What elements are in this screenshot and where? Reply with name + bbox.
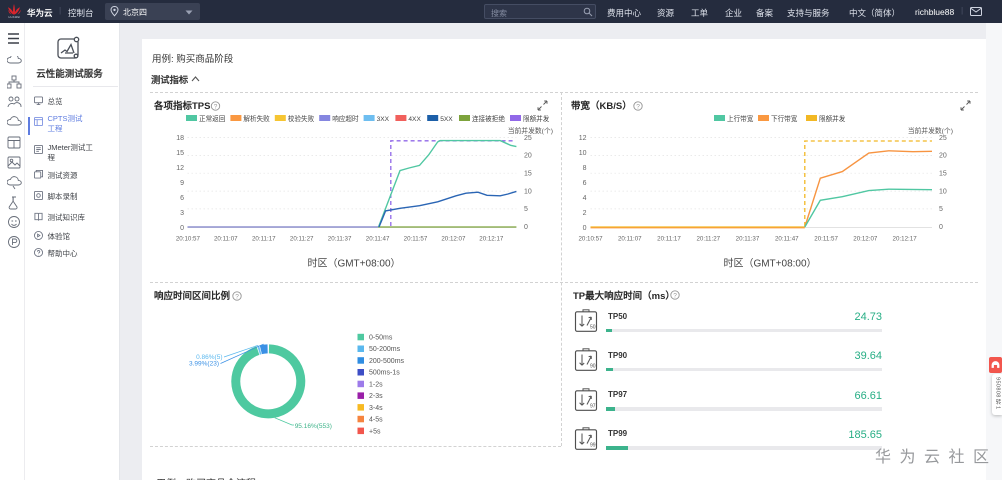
svg-text:9: 9	[180, 180, 184, 187]
svg-text:20:10:57: 20:10:57	[176, 236, 201, 243]
svg-text:当前并发数(个): 当前并发数(个)	[908, 126, 953, 135]
svg-text:0: 0	[180, 225, 184, 232]
svg-text:限额并发: 限额并发	[819, 114, 846, 123]
svg-text:8: 8	[583, 165, 587, 172]
svg-text:响应时间区间比例: 响应时间区间比例	[154, 290, 230, 302]
svg-text:20:12:17: 20:12:17	[479, 236, 504, 243]
svg-text:20:11:17: 20:11:17	[252, 236, 276, 243]
svg-text:时区（GMT+08:00）: 时区（GMT+08:00）	[307, 258, 400, 270]
svg-text:3XX: 3XX	[377, 116, 390, 123]
svg-text:15: 15	[524, 171, 532, 178]
svg-text:50-200ms: 50-200ms	[369, 346, 401, 353]
svg-text:HUAWEI: HUAWEI	[8, 15, 20, 19]
svg-text:4: 4	[583, 195, 587, 202]
svg-text:3: 3	[180, 210, 184, 217]
svg-text:带宽（KB/S）: 带宽（KB/S）	[571, 100, 632, 112]
svg-text:0: 0	[583, 225, 587, 232]
svg-text:99: 99	[590, 442, 596, 448]
svg-text:0: 0	[524, 224, 528, 231]
svg-text:20:11:27: 20:11:27	[696, 236, 720, 243]
svg-text:3.99%(23): 3.99%(23)	[189, 361, 219, 368]
svg-text:6: 6	[180, 195, 184, 202]
svg-text:时区（GMT+08:00）: 时区（GMT+08:00）	[723, 258, 816, 270]
svg-text:20:12:07: 20:12:07	[441, 236, 466, 243]
svg-text:10: 10	[939, 188, 947, 195]
svg-text:20:11:37: 20:11:37	[328, 236, 352, 243]
svg-text:20:11:37: 20:11:37	[736, 236, 760, 243]
svg-text:0: 0	[939, 224, 943, 231]
svg-text:20:11:57: 20:11:57	[404, 236, 428, 243]
svg-text:25: 25	[524, 135, 532, 142]
svg-text:1-2s: 1-2s	[369, 381, 383, 388]
svg-text:校验失败: 校验失败	[288, 114, 315, 123]
svg-text:下行带宽: 下行带宽	[771, 114, 798, 123]
svg-text:?: ?	[636, 103, 640, 110]
svg-text:20:12:17: 20:12:17	[893, 236, 918, 243]
svg-text:20:11:57: 20:11:57	[814, 236, 838, 243]
svg-text:20:12:07: 20:12:07	[853, 236, 878, 243]
svg-text:20:11:07: 20:11:07	[618, 236, 642, 243]
svg-text:5: 5	[524, 206, 528, 213]
svg-text:0-50ms: 0-50ms	[369, 335, 393, 342]
svg-text:?: ?	[235, 293, 239, 300]
svg-text:95.16%(553): 95.16%(553)	[295, 423, 332, 430]
svg-text:10: 10	[579, 150, 587, 157]
svg-text:连接被拒绝: 连接被拒绝	[472, 114, 505, 123]
svg-text:20:11:27: 20:11:27	[290, 236, 314, 243]
svg-text:上行带宽: 上行带宽	[727, 114, 754, 123]
svg-text:+5s: +5s	[369, 428, 381, 435]
svg-text:50: 50	[590, 325, 596, 331]
svg-text:4-5s: 4-5s	[369, 417, 383, 424]
svg-text:97: 97	[590, 403, 596, 409]
svg-text:20:11:07: 20:11:07	[214, 236, 238, 243]
svg-text:200-500ms: 200-500ms	[369, 358, 405, 365]
svg-text:20:10:57: 20:10:57	[578, 236, 603, 243]
svg-text:12: 12	[579, 135, 587, 142]
svg-text:解析失败: 解析失败	[243, 114, 270, 123]
svg-text:限额并发: 限额并发	[523, 114, 550, 123]
svg-text:15: 15	[939, 171, 947, 178]
svg-text:20:11:47: 20:11:47	[775, 236, 799, 243]
svg-text:6: 6	[583, 180, 587, 187]
svg-text:20: 20	[524, 153, 532, 160]
svg-text:20:11:17: 20:11:17	[657, 236, 681, 243]
svg-text:5XX: 5XX	[440, 116, 453, 123]
svg-text:2: 2	[583, 210, 587, 217]
svg-text:2-3s: 2-3s	[369, 393, 383, 400]
svg-text:4XX: 4XX	[408, 116, 421, 123]
svg-text:18: 18	[176, 135, 184, 142]
svg-text:正常返回: 正常返回	[199, 114, 226, 123]
svg-text:15: 15	[176, 150, 184, 157]
svg-text:5: 5	[939, 206, 943, 213]
svg-text:?: ?	[214, 103, 218, 110]
svg-text:500ms-1s: 500ms-1s	[369, 370, 400, 377]
svg-text:10: 10	[524, 188, 532, 195]
svg-text:当前并发数(个): 当前并发数(个)	[508, 126, 553, 135]
svg-text:各项指标TPS: 各项指标TPS	[153, 100, 210, 112]
svg-text:?: ?	[673, 292, 677, 299]
svg-text:20:11:47: 20:11:47	[366, 236, 390, 243]
svg-text:20: 20	[939, 153, 947, 160]
svg-text:3-4s: 3-4s	[369, 405, 383, 412]
svg-text:90: 90	[590, 364, 596, 370]
svg-text:响应超时: 响应超时	[332, 114, 359, 123]
svg-text:25: 25	[939, 135, 947, 142]
svg-text:12: 12	[176, 165, 184, 172]
